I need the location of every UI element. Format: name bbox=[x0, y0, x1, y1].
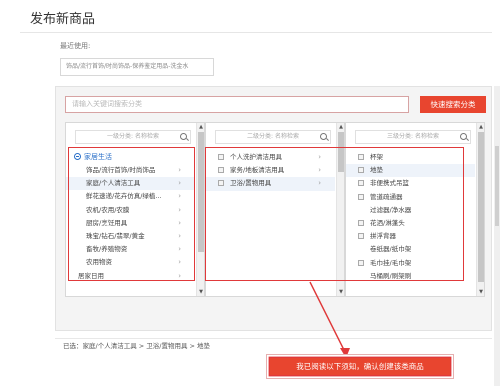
list-item[interactable]: 畜牧/养殖物资 › bbox=[66, 243, 195, 256]
level3-column: 三级分类: 名称检索 杯架 地垫 非便携式吊篮 管道疏通器 过滤器/净水器 花洒… bbox=[345, 122, 485, 297]
chevron-right-icon: › bbox=[178, 271, 181, 280]
chevron-right-icon: › bbox=[178, 166, 181, 174]
page-scrollbar[interactable] bbox=[494, 86, 500, 386]
chevron-right-icon: › bbox=[178, 231, 181, 240]
list-item[interactable]: 管道疏通器 bbox=[346, 191, 475, 204]
checkbox[interactable] bbox=[358, 154, 364, 160]
level1-search-placeholder: 一级分类: 名称检索 bbox=[107, 133, 159, 140]
list-item[interactable]: 珠宝/钻石/翡翠/黄金 › bbox=[66, 230, 195, 243]
page-title: 发布新商品 bbox=[30, 12, 96, 27]
level3-list: 杯架 地垫 非便携式吊篮 管道疏通器 过滤器/净水器 花洒/淋蓬头 拼浮背器 卷… bbox=[346, 151, 475, 283]
list-item[interactable]: 毛巾挂/毛巾架 bbox=[346, 257, 475, 270]
level2-search-field[interactable]: 二级分类: 名称检索 bbox=[215, 130, 331, 144]
list-item[interactable]: 拼浮背器 bbox=[346, 230, 475, 243]
group-label: 家居生活 bbox=[84, 153, 112, 161]
checkbox[interactable] bbox=[218, 154, 224, 160]
level1-column: 一级分类: 名称检索 家居生活 饰品/流行首饰/时尚饰品 › 家庭/个人清洁工具 ›… bbox=[65, 122, 205, 297]
title-divider bbox=[20, 32, 492, 33]
chevron-right-icon: › bbox=[178, 218, 181, 227]
scroll-thumb[interactable] bbox=[198, 132, 204, 252]
checkbox[interactable] bbox=[358, 193, 364, 200]
checkbox[interactable] bbox=[218, 180, 224, 187]
list-item[interactable]: 家务/地板清洁用具 › bbox=[206, 164, 335, 177]
level3-search-placeholder: 三级分类: 名称检索 bbox=[387, 133, 439, 140]
recent-label: 最近使用: bbox=[60, 42, 91, 50]
list-item[interactable]: 卫浴/置物用具 › bbox=[206, 177, 335, 191]
scroll-up-icon[interactable]: ▲ bbox=[337, 123, 345, 131]
scroll-down-icon[interactable]: ▼ bbox=[197, 288, 205, 296]
scroll-up-icon[interactable]: ▲ bbox=[477, 123, 485, 131]
recent-category-chip[interactable]: 饰品/流行首饰/时尚饰品-保养鉴定用品-洗金水 bbox=[60, 58, 214, 76]
chevron-right-icon: › bbox=[178, 258, 181, 267]
chevron-right-icon: › bbox=[178, 192, 181, 201]
list-item[interactable]: 地垫 bbox=[346, 164, 475, 178]
category-search-input[interactable]: 请输入关键词搜索分类 bbox=[65, 96, 409, 113]
list-item[interactable]: 花洒/淋蓬头 bbox=[346, 217, 475, 230]
selected-path-bar: 已选：家庭/个人清洁工具 > 卫浴/置物用具 > 地垫 bbox=[55, 338, 492, 353]
checkbox[interactable] bbox=[218, 167, 224, 174]
checkbox[interactable] bbox=[358, 219, 364, 226]
list-item[interactable]: 居家日用 › bbox=[66, 270, 195, 283]
list-item[interactable]: 卷纸器/纸巾架 bbox=[346, 243, 475, 256]
level3-search-field[interactable]: 三级分类: 名称检索 bbox=[355, 130, 471, 144]
search-icon[interactable] bbox=[180, 133, 187, 140]
list-item[interactable]: 鲜花速递/花卉仿真/绿植... › bbox=[66, 190, 195, 203]
collapse-icon[interactable] bbox=[74, 153, 81, 160]
callout-arrow bbox=[309, 281, 350, 358]
chevron-right-icon: › bbox=[318, 153, 321, 161]
checkbox[interactable] bbox=[358, 180, 364, 187]
level2-list: 个人洗护清洁用具 › 家务/地板清洁用具 › 卫浴/置物用具 › bbox=[206, 151, 335, 191]
quick-search-button[interactable]: 快速搜索分类 bbox=[420, 96, 486, 113]
list-item[interactable]: 家庭/个人清洁工具 › bbox=[66, 177, 195, 191]
list-item[interactable]: 杯架 bbox=[346, 151, 475, 164]
checkbox[interactable] bbox=[358, 233, 364, 240]
scroll-down-icon[interactable]: ▼ bbox=[477, 288, 485, 296]
level2-scrollbar[interactable]: ▲ ▼ bbox=[336, 123, 344, 296]
chevron-right-icon: › bbox=[178, 179, 181, 188]
search-icon[interactable] bbox=[460, 133, 467, 140]
scroll-thumb[interactable] bbox=[338, 132, 344, 172]
level2-search-placeholder: 二级分类: 名称检索 bbox=[247, 133, 299, 140]
level1-list: 家居生活 饰品/流行首饰/时尚饰品 › 家庭/个人清洁工具 › 鲜花速递/花卉仿真/… bbox=[66, 151, 195, 283]
list-item[interactable]: 厨房/烹饪用具 › bbox=[66, 217, 195, 230]
confirm-create-button[interactable]: 我已阅读以下须知，确认创建该类商品 bbox=[270, 358, 450, 375]
level2-column: 二级分类: 名称检索 个人洗护清洁用具 › 家务/地板清洁用具 › 卫浴/置物用具 ›… bbox=[205, 122, 345, 297]
checkbox[interactable] bbox=[358, 167, 364, 174]
list-item[interactable]: 个人洗护清洁用具 › bbox=[206, 151, 335, 164]
group-header-home-living[interactable]: 家居生活 bbox=[66, 151, 195, 164]
search-icon[interactable] bbox=[320, 133, 327, 140]
level3-scrollbar[interactable]: ▲ ▼ bbox=[476, 123, 484, 296]
chevron-right-icon: › bbox=[178, 245, 181, 254]
list-item[interactable]: 马桶刷/刷架刷 bbox=[346, 270, 475, 283]
chevron-right-icon: › bbox=[318, 166, 321, 175]
level1-search-field[interactable]: 一级分类: 名称检索 bbox=[75, 130, 191, 144]
level1-scrollbar[interactable]: ▲ ▼ bbox=[196, 123, 204, 296]
scroll-up-icon[interactable]: ▲ bbox=[197, 123, 205, 131]
chevron-right-icon: › bbox=[318, 179, 321, 188]
list-item[interactable]: 农用物资 › bbox=[66, 256, 195, 269]
list-item[interactable]: 非便携式吊篮 bbox=[346, 177, 475, 190]
list-item[interactable]: 农机/农用/农膜 › bbox=[66, 204, 195, 217]
scroll-thumb[interactable] bbox=[478, 132, 484, 282]
list-item[interactable]: 饰品/流行首饰/时尚饰品 › bbox=[66, 164, 195, 177]
list-item[interactable]: 过滤器/净水器 bbox=[346, 204, 475, 217]
checkbox[interactable] bbox=[358, 259, 364, 266]
chevron-right-icon: › bbox=[178, 205, 181, 214]
page-scroll-thumb[interactable] bbox=[495, 146, 499, 226]
